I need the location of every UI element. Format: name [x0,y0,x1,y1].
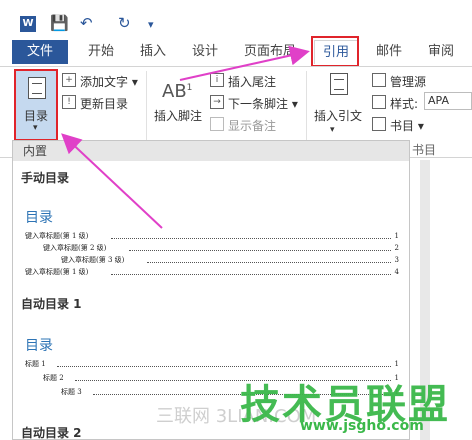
redo-icon[interactable]: ↻ [118,14,131,32]
ribbon-tabs: 文件 开始 插入 设计 页面布局 引用 邮件 审阅 [0,38,472,66]
save-icon[interactable]: 💾 [50,14,69,32]
toc-button-label: 目录 [24,109,49,123]
watermark-url: www.jsgho.com [300,418,424,434]
style-select[interactable]: APA [424,92,472,110]
toc-heading: 目录 [25,338,53,354]
group-label-bibliography: 书目 [412,143,437,157]
style-label: 样式: [390,97,419,111]
bibliography-button[interactable]: 书目 ▾ [390,117,424,134]
insert-endnote-button[interactable]: 插入尾注 [228,73,276,90]
tab-layout[interactable]: 页面布局 [244,40,296,64]
style-icon [372,95,386,109]
insert-citation-button[interactable]: 插入引文 [314,107,362,124]
toc-line: 键入章标题(第 1 级) 4 [25,268,399,276]
auto-toc-2-title: 自动目录 2 [21,426,82,440]
manage-sources-button[interactable]: 管理源 [390,73,426,90]
next-footnote-button[interactable]: 下一条脚注 ▾ [228,95,298,112]
add-text-icon: + [62,73,76,87]
insert-footnote-button[interactable]: 插入脚注 [154,107,202,124]
tab-review[interactable]: 审阅 [428,40,454,64]
toc-heading: 目录 [25,210,53,226]
tab-home[interactable]: 开始 [88,40,114,64]
insert-citation-icon [330,73,348,95]
gallery-header: 内置 [13,141,409,161]
show-notes-icon [210,117,224,131]
auto-toc-1-title: 自动目录 1 [21,297,82,311]
show-notes-button[interactable]: 显示备注 [228,117,276,134]
footnote-icon: AB1 [162,81,193,102]
title-bar: W 💾 ↶ ↻ ▾ [0,0,472,38]
chevron-down-icon: ▾ [33,123,38,133]
update-toc-icon: ! [62,95,76,109]
tab-design[interactable]: 设计 [192,40,218,64]
chevron-down-icon: ▾ [330,125,335,135]
ribbon-separator [306,71,307,141]
toc-line: 标题 11 [25,360,399,368]
tab-insert[interactable]: 插入 [140,40,166,64]
references-highlight-box [311,36,359,67]
insert-endnote-icon: i [210,73,224,87]
update-toc-button[interactable]: 更新目录 [80,95,128,112]
next-footnote-icon: → [210,95,224,109]
customize-icon[interactable]: ▾ [148,18,154,31]
bibliography-icon [372,117,386,131]
toc-button[interactable]: 目录 ▾ [14,69,58,141]
add-text-button[interactable]: 添加文字 ▾ [80,73,138,90]
undo-icon[interactable]: ↶ [80,14,93,32]
tab-file[interactable]: 文件 [12,40,68,64]
word-app-icon: W [20,16,36,32]
toc-line: 键入章标题(第 2 级) 2 [43,244,399,252]
ribbon-separator [146,71,147,141]
toc-line: 键入章标题(第 3 级) 3 [61,256,399,264]
toc-line: 键入章标题(第 1 级) 1 [25,232,399,240]
manage-sources-icon [372,73,386,87]
tab-mailings[interactable]: 邮件 [376,40,402,64]
manual-toc-title: 手动目录 [21,171,70,185]
toc-icon [28,77,46,99]
